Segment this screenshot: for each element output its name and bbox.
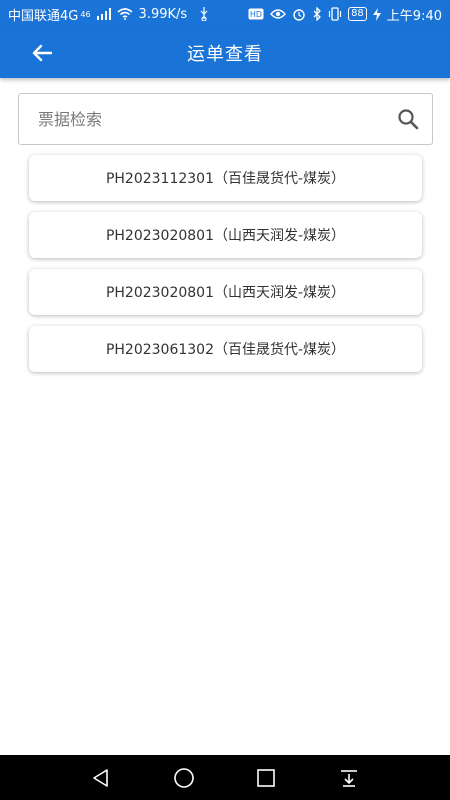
carrier-label: 中国联通4G (8, 8, 79, 24)
status-left: 中国联通4G 46 3.99K/s (8, 5, 209, 24)
page-title: 运单查看 (187, 44, 263, 65)
waybill-label: PH2023112301（百佳晟货代-煤炭） (105, 171, 346, 187)
notification-pull-icon (340, 769, 357, 787)
svg-text:HD: HD (250, 10, 262, 19)
arrow-left-icon (32, 44, 52, 62)
circle-home-icon (173, 767, 194, 788)
clock: 上午9:40 (386, 8, 442, 24)
charging-icon (372, 7, 381, 21)
waybill-item[interactable]: PH2023112301（百佳晟货代-煤炭） (29, 155, 422, 201)
bluetooth-icon (312, 7, 322, 21)
waybill-list: PH2023112301（百佳晟货代-煤炭） PH2023020801（山西天润… (29, 155, 422, 383)
alarm-icon (292, 7, 306, 21)
square-recent-icon (257, 768, 276, 787)
battery-level: 88 (348, 7, 367, 21)
waybill-item[interactable]: PH2023020801（山西天润发-煤炭） (29, 269, 422, 315)
search-input[interactable] (38, 109, 396, 129)
waybill-item[interactable]: PH2023020801（山西天润发-煤炭） (29, 212, 422, 258)
eye-icon (270, 8, 286, 20)
vibrate-icon (328, 7, 342, 21)
navigation-bar (0, 755, 450, 800)
network-badge: 46 (80, 9, 91, 19)
waybill-label: PH2023061302（百佳晟货代-煤炭） (105, 342, 346, 358)
wifi-icon (117, 8, 133, 20)
search-icon[interactable] (396, 107, 420, 131)
usb-icon (199, 7, 209, 21)
back-button[interactable] (28, 40, 56, 66)
nav-pulldown-button[interactable] (334, 763, 364, 793)
waybill-label: PH2023020801（山西天润发-煤炭） (105, 285, 346, 301)
nav-recent-button[interactable] (251, 763, 281, 793)
waybill-label: PH2023020801（山西天润发-煤炭） (105, 228, 346, 244)
triangle-back-icon (93, 768, 109, 787)
waybill-item[interactable]: PH2023061302（百佳晟货代-煤炭） (29, 326, 422, 372)
hd-icon: HD (248, 8, 264, 20)
nav-back-button[interactable] (86, 763, 116, 793)
network-speed: 3.99K/s (138, 6, 188, 22)
status-right: HD 88 上午9:40 (248, 5, 442, 24)
signal-icon (96, 8, 111, 20)
nav-home-button[interactable] (169, 763, 199, 793)
status-bar: 中国联通4G 46 3.99K/s HD 88 上午9:40 (0, 0, 450, 28)
search-box (18, 93, 433, 145)
app-bar: 运单查看 (0, 28, 450, 78)
